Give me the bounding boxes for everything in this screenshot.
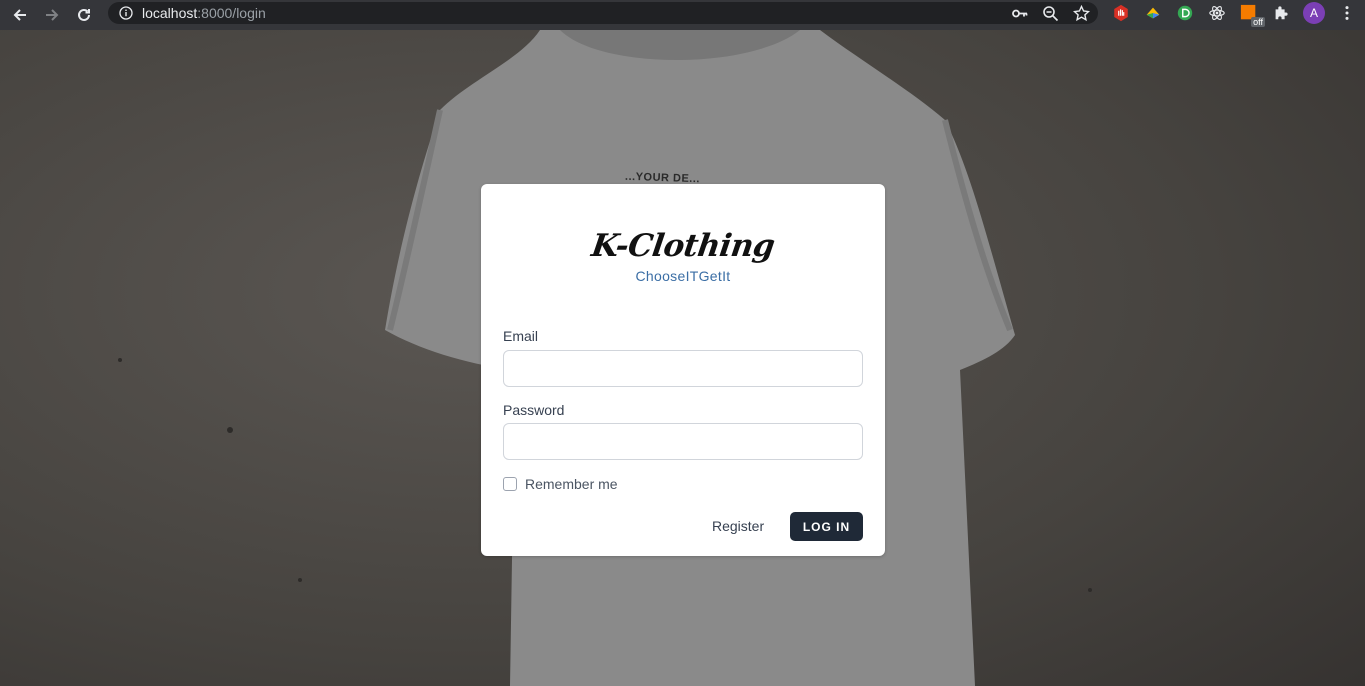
extension-green-d-icon[interactable] — [1175, 3, 1195, 23]
url-path: :8000/login — [197, 5, 266, 21]
extensions-area: off A — [1111, 2, 1357, 27]
extensions-puzzle-icon[interactable] — [1271, 3, 1291, 23]
remember-me-row: Remember me — [503, 476, 618, 492]
register-link[interactable]: Register — [712, 518, 764, 534]
address-bar[interactable]: localhost:8000/login — [108, 2, 1098, 24]
email-field[interactable] — [503, 350, 863, 387]
back-arrow-icon — [13, 9, 26, 21]
info-icon[interactable] — [119, 6, 133, 20]
forward-button[interactable] — [40, 3, 64, 27]
url-host: localhost — [142, 5, 198, 21]
password-field[interactable] — [503, 423, 863, 460]
reload-icon — [78, 8, 90, 21]
reload-button[interactable] — [72, 3, 96, 27]
extension-colorful-icon[interactable] — [1143, 3, 1163, 23]
browser-menu-icon[interactable] — [1337, 3, 1357, 23]
brand-logo: K-Clothing — [589, 228, 777, 264]
profile-avatar[interactable]: A — [1303, 2, 1325, 24]
password-label: Password — [503, 402, 565, 418]
url-text: localhost:8000/login — [142, 5, 266, 21]
zoom-icon[interactable] — [1042, 5, 1059, 22]
extension-red-hand-icon[interactable] — [1111, 3, 1131, 23]
email-label: Email — [503, 328, 539, 344]
remember-me-label: Remember me — [525, 476, 618, 492]
login-button[interactable]: LOG IN — [790, 512, 863, 541]
login-card: K-Clothing ChooseITGetIt Email Password … — [481, 184, 885, 556]
extension-off-badge: off — [1251, 17, 1265, 27]
remember-me-checkbox[interactable] — [503, 477, 517, 491]
brand-tagline: ChooseITGetIt — [635, 268, 731, 284]
key-icon[interactable] — [1011, 5, 1028, 22]
back-button[interactable] — [8, 3, 32, 27]
browser-toolbar: localhost:8000/login off A — [0, 0, 1365, 30]
bookmark-star-icon[interactable] — [1073, 4, 1090, 22]
extension-react-icon[interactable] — [1207, 3, 1227, 23]
extension-off-badge-icon[interactable]: off — [1239, 3, 1265, 27]
forward-arrow-icon — [46, 9, 59, 21]
